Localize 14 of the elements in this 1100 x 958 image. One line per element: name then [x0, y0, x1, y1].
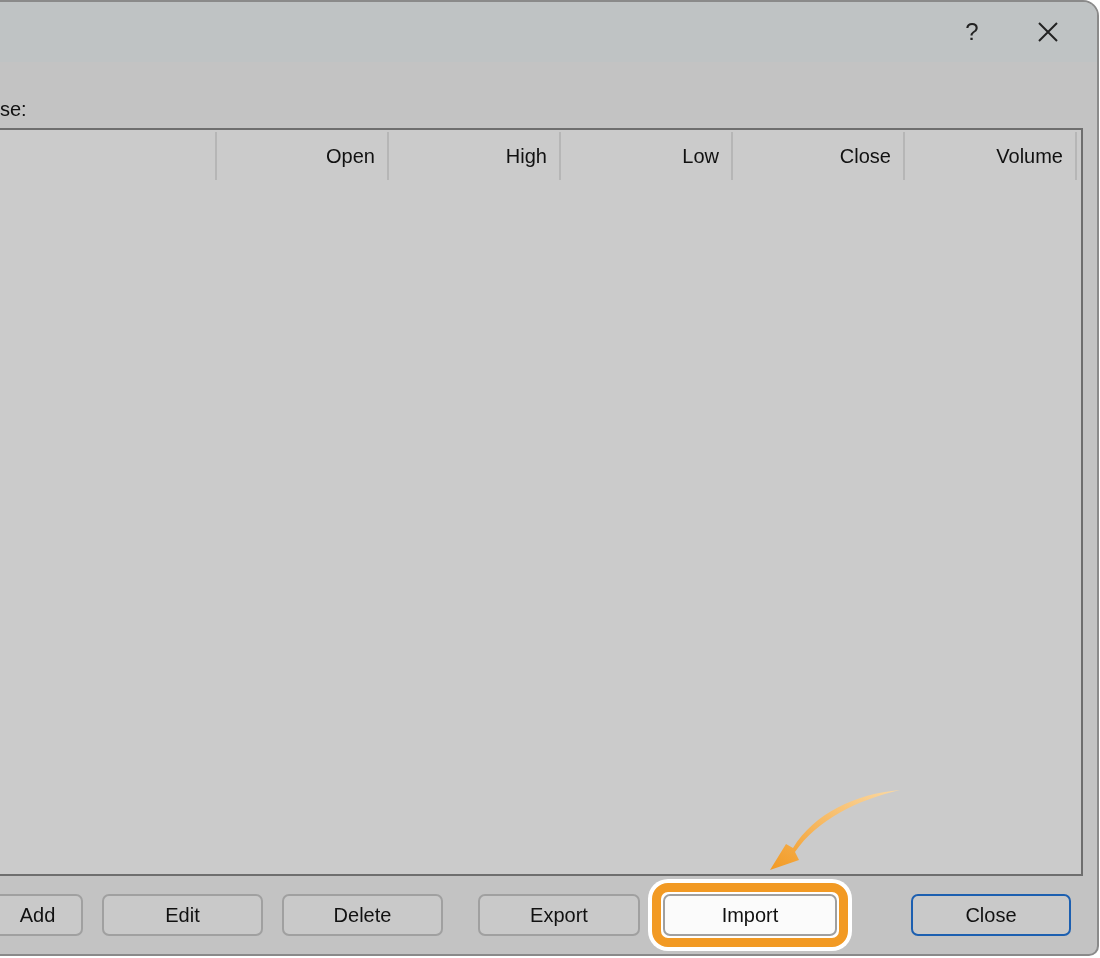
column-header[interactable]: Volume: [905, 132, 1077, 180]
action-button[interactable]: Add: [0, 894, 83, 936]
column-header[interactable]: Open: [217, 132, 389, 180]
action-button[interactable]: Import: [663, 894, 837, 936]
action-button[interactable]: Delete: [282, 894, 443, 936]
column-header[interactable]: Low: [561, 132, 733, 180]
close-button[interactable]: Close: [911, 894, 1071, 936]
action-button[interactable]: Edit: [102, 894, 263, 936]
column-header[interactable]: High: [389, 132, 561, 180]
close-icon[interactable]: [1037, 21, 1059, 43]
column-header[interactable]: Close: [733, 132, 905, 180]
action-button[interactable]: Export: [478, 894, 640, 936]
help-button[interactable]: ?: [947, 12, 997, 52]
field-label: se:: [0, 97, 28, 122]
